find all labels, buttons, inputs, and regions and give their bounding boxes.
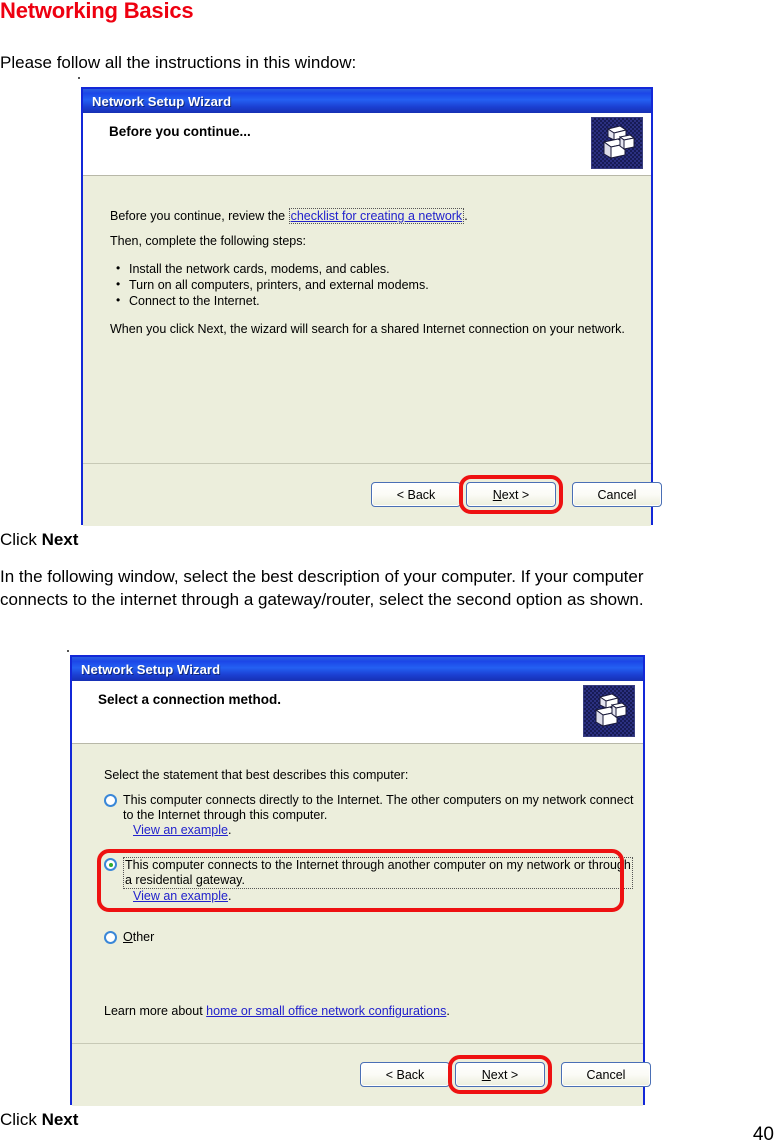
cancel-button-label: Cancel [597, 487, 637, 502]
page-title: Networking Basics [0, 0, 194, 23]
click-next-caption-2: Click Next [0, 1110, 78, 1130]
dialog1-titlebar[interactable]: Network Setup Wizard [83, 89, 651, 113]
network-computers-icon [583, 685, 635, 737]
option3-rest: ther [132, 930, 155, 944]
checklist-link[interactable]: checklist for creating a network [288, 208, 465, 224]
paragraph-line-1: In the following window, select the best… [0, 567, 644, 586]
next-button[interactable]: Next > [455, 1062, 545, 1087]
learn-more-prefix: Learn more about [104, 1004, 207, 1018]
dialog2-titlebar[interactable]: Network Setup Wizard [72, 657, 643, 681]
dialog2-body: Select the statement that best describes… [72, 744, 651, 1106]
network-setup-wizard-dialog-2[interactable]: Network Setup Wizard Select a connection… [70, 655, 651, 1106]
next-accel: N [481, 1067, 491, 1082]
dialog1-title-text: Network Setup Wizard [92, 93, 232, 109]
option2-line1: This computer connects to the Internet t… [125, 858, 631, 872]
network-setup-wizard-dialog-1[interactable]: Network Setup Wizard Before you continue… [81, 87, 662, 526]
dialog1-line1-prefix: Before you continue, review the [110, 209, 289, 223]
dialog1-header-title: Before you continue... [109, 124, 251, 139]
dialog1-button-band: < Back Next > Cancel [83, 463, 662, 526]
click-next-bold-1: Next [41, 530, 79, 549]
radio-option-label: This computer connects directly to the I… [123, 793, 633, 838]
radio-option-other[interactable]: Other [104, 930, 224, 948]
cancel-button[interactable]: Cancel [572, 482, 662, 507]
next-rest: ext > [490, 1067, 519, 1082]
back-button[interactable]: < Back [360, 1062, 450, 1087]
dialog2-header-title: Select a connection method. [98, 692, 282, 707]
dialog1-line1: Before you continue, review the checklis… [110, 208, 468, 224]
dialog2-prompt: Select the statement that best describes… [104, 768, 409, 782]
option1-line2: to the Internet through this computer. [123, 808, 328, 822]
back-button-label: < Back [385, 1067, 425, 1082]
page-number: 40 [752, 1124, 774, 1145]
network-configurations-link[interactable]: home or small office network configurati… [206, 1004, 446, 1018]
radio-icon[interactable] [104, 931, 117, 944]
cancel-button-label: Cancel [586, 1067, 626, 1082]
option1-line1: This computer connects directly to the I… [123, 793, 634, 807]
next-rest: ext > [501, 487, 530, 502]
radio-option-label: Other [123, 930, 154, 945]
dialog1-line2: Then, complete the following steps: [110, 234, 306, 248]
dialog1-line3: When you click Next, the wizard will sea… [110, 322, 625, 336]
view-an-example-link[interactable]: View an example [133, 823, 228, 837]
dialog2-button-band: < Back Next > Cancel [72, 1043, 651, 1106]
click-next-prefix-1: Click [0, 530, 42, 549]
list-item: Install the network cards, modems, and c… [114, 260, 429, 277]
dialog1-steps-list: Install the network cards, modems, and c… [114, 260, 429, 309]
learn-more-row: Learn more about home or small office ne… [104, 1004, 450, 1019]
dialog2-title-text: Network Setup Wizard [81, 661, 221, 677]
instructions-paragraph: In the following window, select the best… [0, 565, 780, 611]
list-item: Turn on all computers, printers, and ext… [114, 276, 429, 293]
next-button-label: Next > [493, 488, 529, 502]
click-next-bold-2: Next [41, 1110, 79, 1129]
stray-dot-1 [78, 77, 80, 79]
radio-option-label: This computer connects to the Internet t… [123, 857, 633, 904]
click-next-prefix-2: Click [0, 1110, 42, 1129]
dialog1-line1-suffix: . [464, 209, 468, 223]
option3-accel: O [123, 930, 133, 944]
learn-more-suffix: . [446, 1004, 450, 1018]
paragraph-line-2: connects to the internet through a gatew… [0, 590, 644, 609]
dialog1-body: Before you continue, review the checklis… [83, 176, 662, 526]
radio-icon[interactable] [104, 794, 117, 807]
cancel-button[interactable]: Cancel [561, 1062, 651, 1087]
back-button-label: < Back [396, 487, 436, 502]
back-button[interactable]: < Back [371, 482, 461, 507]
stray-dot-2 [67, 650, 69, 652]
click-next-caption-1: Click Next [0, 530, 78, 550]
network-computers-icon [591, 117, 643, 169]
radio-icon[interactable] [104, 858, 117, 871]
option2-link-suffix: . [227, 889, 232, 903]
dialog1-header-band: Before you continue... [83, 113, 651, 176]
list-item: Connect to the Internet. [114, 292, 429, 309]
option1-link-suffix: . [227, 823, 232, 837]
next-accel: N [492, 487, 502, 502]
dialog2-header-band: Select a connection method. [72, 681, 643, 744]
view-an-example-link[interactable]: View an example [133, 889, 228, 903]
radio-option-direct-connection[interactable]: This computer connects directly to the I… [104, 793, 633, 841]
radio-option-gateway-connection[interactable]: This computer connects to the Internet t… [104, 857, 633, 905]
next-button-label: Next > [482, 1068, 518, 1082]
intro-text: Please follow all the instructions in th… [0, 53, 357, 72]
next-button[interactable]: Next > [466, 482, 556, 507]
option2-line2: a residential gateway. [125, 873, 245, 887]
